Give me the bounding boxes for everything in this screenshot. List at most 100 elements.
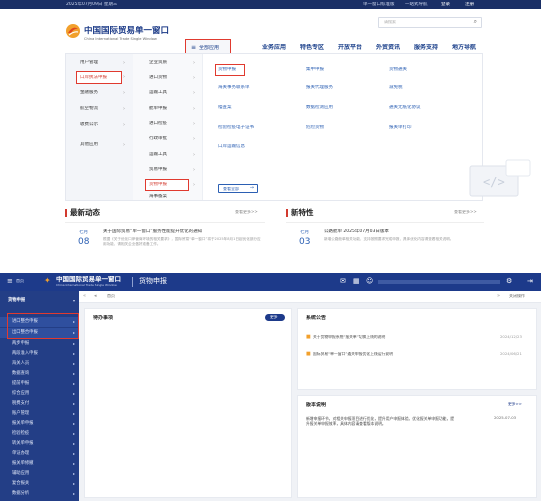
sidebar-item[interactable]: 报关单修撤 ▸ bbox=[0, 459, 79, 469]
menu-l3-item[interactable]: 稽查案 bbox=[218, 105, 232, 110]
menu-l2-item[interactable]: 进口货物 › bbox=[133, 73, 203, 83]
sidebar-item[interactable]: 两步申报 ▸ bbox=[0, 339, 79, 349]
menu-l2-item[interactable]: 舱单申报 › bbox=[133, 104, 203, 114]
sidebar-item[interactable]: 转关单申报 ▸ bbox=[0, 439, 79, 449]
menu-l1-other-apps[interactable]: 其他应用 › bbox=[66, 140, 133, 150]
menu-l2-goods-declaration[interactable]: 货物申报 bbox=[145, 179, 189, 191]
notice-text: 关于货物申报系统“报关单”切换上线的说明 bbox=[313, 335, 386, 339]
menu-l1-port-declaration[interactable]: 口岸执法申报 bbox=[76, 71, 122, 84]
menu-l3-item[interactable]: 报关代理服务 bbox=[306, 85, 333, 90]
settings-icon[interactable]: ⚙ bbox=[506, 277, 512, 285]
tab-scroll-left-icon[interactable]: « bbox=[83, 293, 86, 299]
menu-l1-finance[interactable]: 金融服务 › bbox=[66, 88, 133, 98]
menu-l3-item[interactable]: 危险货物 bbox=[306, 125, 324, 130]
register-link[interactable]: 注册 bbox=[465, 2, 474, 7]
menu-l3-item[interactable]: 检验检疫电子证书 bbox=[218, 125, 254, 130]
news-headline[interactable]: 关于国际贸易“单一窗口”服务性能提升优化的通知 bbox=[103, 229, 263, 234]
sidebar-item[interactable]: 两段准入申报 ▸ bbox=[0, 349, 79, 359]
sidebar-item[interactable]: 辅助应用 ▸ bbox=[0, 469, 79, 479]
svg-text:</>: </> bbox=[483, 175, 505, 189]
grid-icon[interactable]: ▦ bbox=[353, 277, 360, 285]
menu-l3-item[interactable]: 海关事务联系单 bbox=[218, 85, 250, 90]
nav-trade-news[interactable]: 外贸资讯 bbox=[376, 44, 400, 51]
release-body: 新增申报环节，对相关申报项目进行优化，提升用户申报体验。优化报关单申报功能，提升… bbox=[306, 416, 455, 427]
new-features-more-link[interactable]: 查看更多>> bbox=[454, 210, 477, 215]
nav-special-zone[interactable]: 特色专区 bbox=[300, 44, 324, 51]
todo-title: 待办事项 bbox=[93, 315, 114, 321]
login-link[interactable]: 登录 bbox=[441, 2, 450, 7]
menu-l1-user-management[interactable]: 用户管理 › bbox=[66, 58, 133, 68]
menu-toggle-icon[interactable]: ≡ bbox=[7, 277, 13, 285]
feature-headline[interactable]: 公路舱单 2025年07月03日版本 bbox=[324, 229, 482, 234]
sidebar-item[interactable]: 提前申报 ▸ bbox=[0, 379, 79, 389]
sidebar-item[interactable]: 综合应用 ▸ bbox=[0, 389, 79, 399]
sidebar-item[interactable]: 数据查询 ▸ bbox=[0, 369, 79, 379]
menu-l3-item[interactable]: 口岸运输信息 bbox=[218, 144, 245, 149]
notice-bullet-icon: ■ bbox=[306, 334, 311, 340]
menu-l2-item[interactable]: 企业资质 › bbox=[133, 58, 203, 68]
menu-l2-item[interactable]: 进口检疫 › bbox=[133, 119, 203, 129]
logo-title: 中国国际贸易单一窗口 bbox=[84, 26, 170, 36]
section-marker bbox=[286, 209, 288, 217]
menu-l3-item[interactable]: 通关无纸化协议 bbox=[389, 105, 421, 110]
sidebar-item[interactable]: 检验检疫 ▸ bbox=[0, 429, 79, 439]
sidebar-item[interactable]: 税费支付 ▸ bbox=[0, 399, 79, 409]
site-logo[interactable] bbox=[65, 23, 81, 43]
close-ops-label[interactable]: 关闭操作 bbox=[509, 294, 525, 299]
new-features-title: 新特性 bbox=[291, 208, 314, 217]
menu-l1-fee-notice[interactable]: 收费公示 › bbox=[66, 120, 133, 130]
nav-open-platform[interactable]: 开放平台 bbox=[338, 44, 362, 51]
menu-l3-item[interactable]: 减免税 bbox=[389, 85, 403, 90]
menu-l2-label: 进口检疫 bbox=[149, 121, 167, 126]
menu-l2-label: 行政审批 bbox=[149, 136, 167, 141]
latest-news-more-link[interactable]: 查看更多>> bbox=[235, 210, 258, 215]
menu-l3-item[interactable]: 货物通关 bbox=[389, 67, 407, 72]
tab-scroll-right-icon[interactable]: » bbox=[497, 293, 500, 299]
menu-l2-label: 进口货物 bbox=[149, 75, 167, 80]
menu-l3-item[interactable]: 报关单打印 bbox=[389, 125, 412, 130]
menu-l3-goods-declaration[interactable]: 货物申报 bbox=[215, 64, 245, 76]
chevron-right-icon: › bbox=[193, 90, 195, 96]
nav-local-nav[interactable]: 地方导航 bbox=[452, 44, 476, 51]
topbar-link-nav[interactable]: 一站式导航 bbox=[405, 2, 428, 7]
menu-l1-air-logistics[interactable]: 航空物流 › bbox=[66, 104, 133, 114]
menu-l2-item[interactable]: 运输工具 › bbox=[133, 88, 203, 98]
menu-l2-item[interactable]: 行政审批 › bbox=[133, 134, 203, 144]
todo-badge-label: 更多 bbox=[270, 315, 278, 319]
logout-icon[interactable]: ⇥ bbox=[527, 277, 533, 285]
search-icon[interactable]: ⌕ bbox=[474, 18, 477, 26]
nav-business-apps[interactable]: 业务应用 bbox=[262, 44, 286, 51]
home-label[interactable]: 首页 bbox=[16, 279, 24, 284]
chevron-right-icon: › bbox=[193, 121, 195, 127]
sidebar-item[interactable]: 单证办理 ▸ bbox=[0, 449, 79, 459]
feature-date-day: 03 bbox=[299, 237, 311, 247]
menu-l2-item[interactable]: 贸易申报 › bbox=[133, 165, 203, 175]
topbar-link-standard[interactable]: 单一窗口标准版 bbox=[363, 2, 395, 7]
search-placeholder: 请搜索 bbox=[384, 20, 396, 24]
menu-l3-item[interactable]: 集中申报 bbox=[306, 67, 324, 72]
menu-l2-item[interactable]: 海事备案 bbox=[133, 193, 203, 201]
mail-icon[interactable]: ✉ bbox=[340, 277, 346, 285]
latest-news-section: 最新动态 查看更多>> 七月 08 关于国际贸易“单一窗口”服务性能提升优化的通… bbox=[65, 208, 265, 266]
notice-row[interactable]: ■ 国际贸易“单一窗口”通关申报优化上线运行说明 2024/06/21 bbox=[306, 350, 534, 359]
search-box[interactable]: 请搜索 ⌕ bbox=[378, 17, 482, 28]
menu-l3-item[interactable]: 数据检测应用 bbox=[306, 105, 333, 110]
chevron-right-icon: › bbox=[123, 90, 125, 96]
menu-l2-item[interactable]: 运输工具 › bbox=[133, 150, 203, 160]
menu-l1-label: 航空物流 bbox=[80, 106, 98, 111]
sidebar-item[interactable]: 账户管理 ▸ bbox=[0, 409, 79, 419]
sidebar-item[interactable]: 报关单申报 ▸ bbox=[0, 419, 79, 429]
release-more-link[interactable]: 更多>> bbox=[508, 402, 522, 407]
tab-home[interactable]: 首页 bbox=[107, 294, 115, 299]
view-all-button[interactable]: 查看全部 → bbox=[218, 184, 258, 193]
sidebar-item[interactable]: 海关人员 ▸ bbox=[0, 359, 79, 369]
feature-body: 新增公路舱单相关功能，支持按照要求完成申报，具体优化内容请查看相关说明。 bbox=[324, 237, 454, 241]
sidebar-item[interactable]: 数据分析 ▸ bbox=[0, 489, 79, 499]
notice-row[interactable]: ■ 关于货物申报系统“报关单”切换上线的说明 2024/12/23 bbox=[306, 333, 534, 342]
chevron-right-icon: › bbox=[123, 142, 125, 148]
user-icon[interactable]: ☺ bbox=[366, 277, 373, 285]
nav-service-support[interactable]: 服务支持 bbox=[414, 44, 438, 51]
tab-back-icon[interactable]: ◂ bbox=[94, 293, 97, 299]
sidebar-item[interactable]: 复合报关 ▸ bbox=[0, 479, 79, 489]
todo-more-badge[interactable]: 更多 bbox=[265, 314, 285, 321]
